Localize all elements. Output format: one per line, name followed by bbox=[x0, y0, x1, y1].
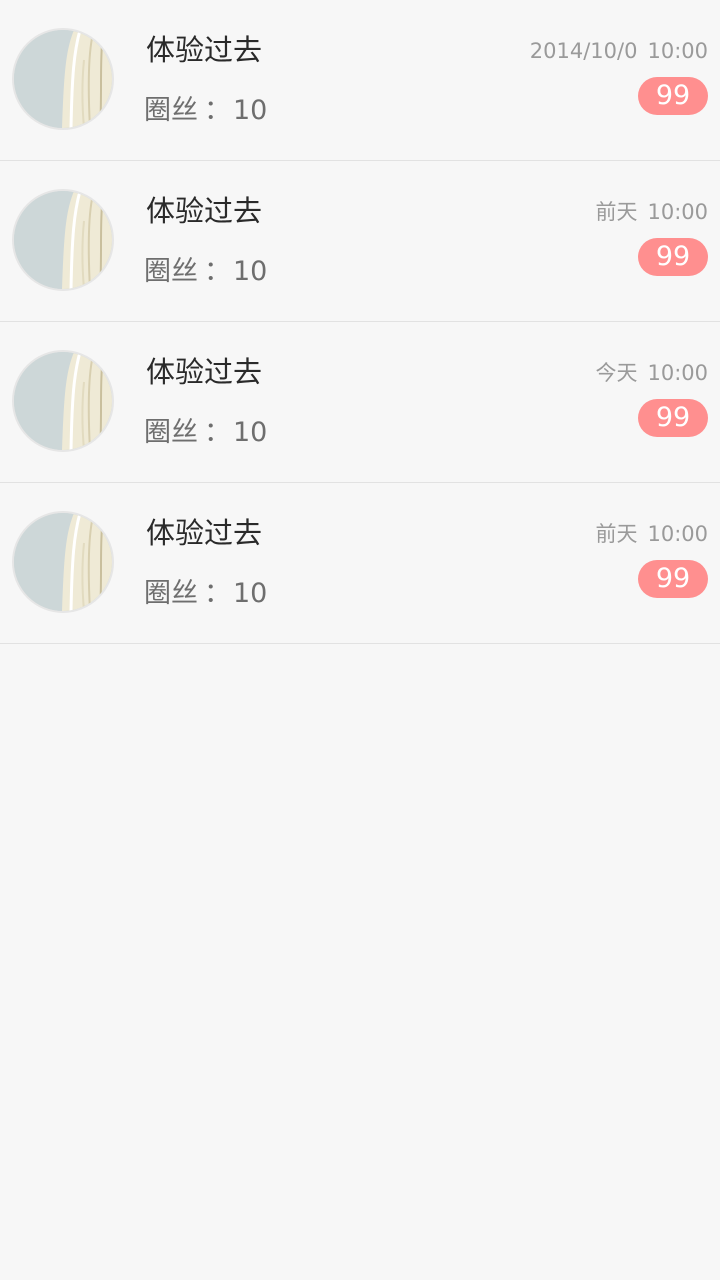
item-timestamp: 2014/10/0 10:00 bbox=[530, 34, 708, 68]
avatar-image-icon bbox=[14, 191, 112, 289]
sub-colon: ： bbox=[204, 417, 231, 448]
item-title: 体验过去 bbox=[146, 194, 263, 228]
sub-label: 圈丝 bbox=[144, 417, 198, 448]
sub-colon: ： bbox=[204, 578, 231, 609]
timestamp-date: 2014/10/0 bbox=[529, 39, 638, 63]
timestamp-time: 10:00 bbox=[647, 361, 708, 385]
item-title: 体验过去 bbox=[146, 516, 263, 550]
avatar-image-icon bbox=[14, 352, 112, 450]
item-title: 体验过去 bbox=[146, 355, 263, 389]
unread-badge: 99 bbox=[638, 560, 708, 598]
avatar-image-icon bbox=[14, 513, 112, 611]
sub-value: 10 bbox=[233, 417, 268, 448]
sub-label: 圈丝 bbox=[144, 256, 198, 287]
list-item[interactable]: 体验过去 圈丝 ：10 前天 10:00 99 bbox=[0, 161, 720, 322]
unread-badge: 99 bbox=[638, 238, 708, 276]
avatar[interactable] bbox=[12, 189, 114, 291]
item-subtitle: 圈丝 ：10 bbox=[144, 252, 267, 292]
item-timestamp: 今天 10:00 bbox=[595, 356, 708, 390]
avatar[interactable] bbox=[12, 28, 114, 130]
avatar-image-icon bbox=[14, 30, 112, 128]
timestamp-date: 前天 bbox=[595, 200, 638, 224]
item-subtitle: 圈丝 ：10 bbox=[144, 91, 267, 131]
sub-label: 圈丝 bbox=[144, 578, 198, 609]
item-title: 体验过去 bbox=[146, 33, 263, 67]
unread-badge: 99 bbox=[638, 77, 708, 115]
list-item[interactable]: 体验过去 圈丝 ：10 今天 10:00 99 bbox=[0, 322, 720, 483]
timestamp-time: 10:00 bbox=[647, 39, 708, 63]
sub-value: 10 bbox=[233, 95, 268, 126]
list-item[interactable]: 体验过去 圈丝 ：10 前天 10:00 99 bbox=[0, 483, 720, 644]
item-subtitle: 圈丝 ：10 bbox=[144, 574, 267, 614]
unread-badge: 99 bbox=[638, 399, 708, 437]
conversation-list: 体验过去 圈丝 ：10 2014/10/0 10:00 99 体验过去 圈丝 ：10 … bbox=[0, 0, 720, 644]
item-timestamp: 前天 10:00 bbox=[595, 517, 708, 551]
timestamp-date: 前天 bbox=[595, 522, 638, 546]
timestamp-time: 10:00 bbox=[647, 522, 708, 546]
list-item[interactable]: 体验过去 圈丝 ：10 2014/10/0 10:00 99 bbox=[0, 0, 720, 161]
timestamp-time: 10:00 bbox=[647, 200, 708, 224]
avatar[interactable] bbox=[12, 350, 114, 452]
sub-value: 10 bbox=[233, 256, 268, 287]
sub-colon: ： bbox=[204, 256, 231, 287]
sub-colon: ： bbox=[204, 95, 231, 126]
item-timestamp: 前天 10:00 bbox=[595, 195, 708, 229]
timestamp-date: 今天 bbox=[595, 361, 638, 385]
sub-value: 10 bbox=[233, 578, 268, 609]
sub-label: 圈丝 bbox=[144, 95, 198, 126]
item-subtitle: 圈丝 ：10 bbox=[144, 413, 267, 453]
avatar[interactable] bbox=[12, 511, 114, 613]
